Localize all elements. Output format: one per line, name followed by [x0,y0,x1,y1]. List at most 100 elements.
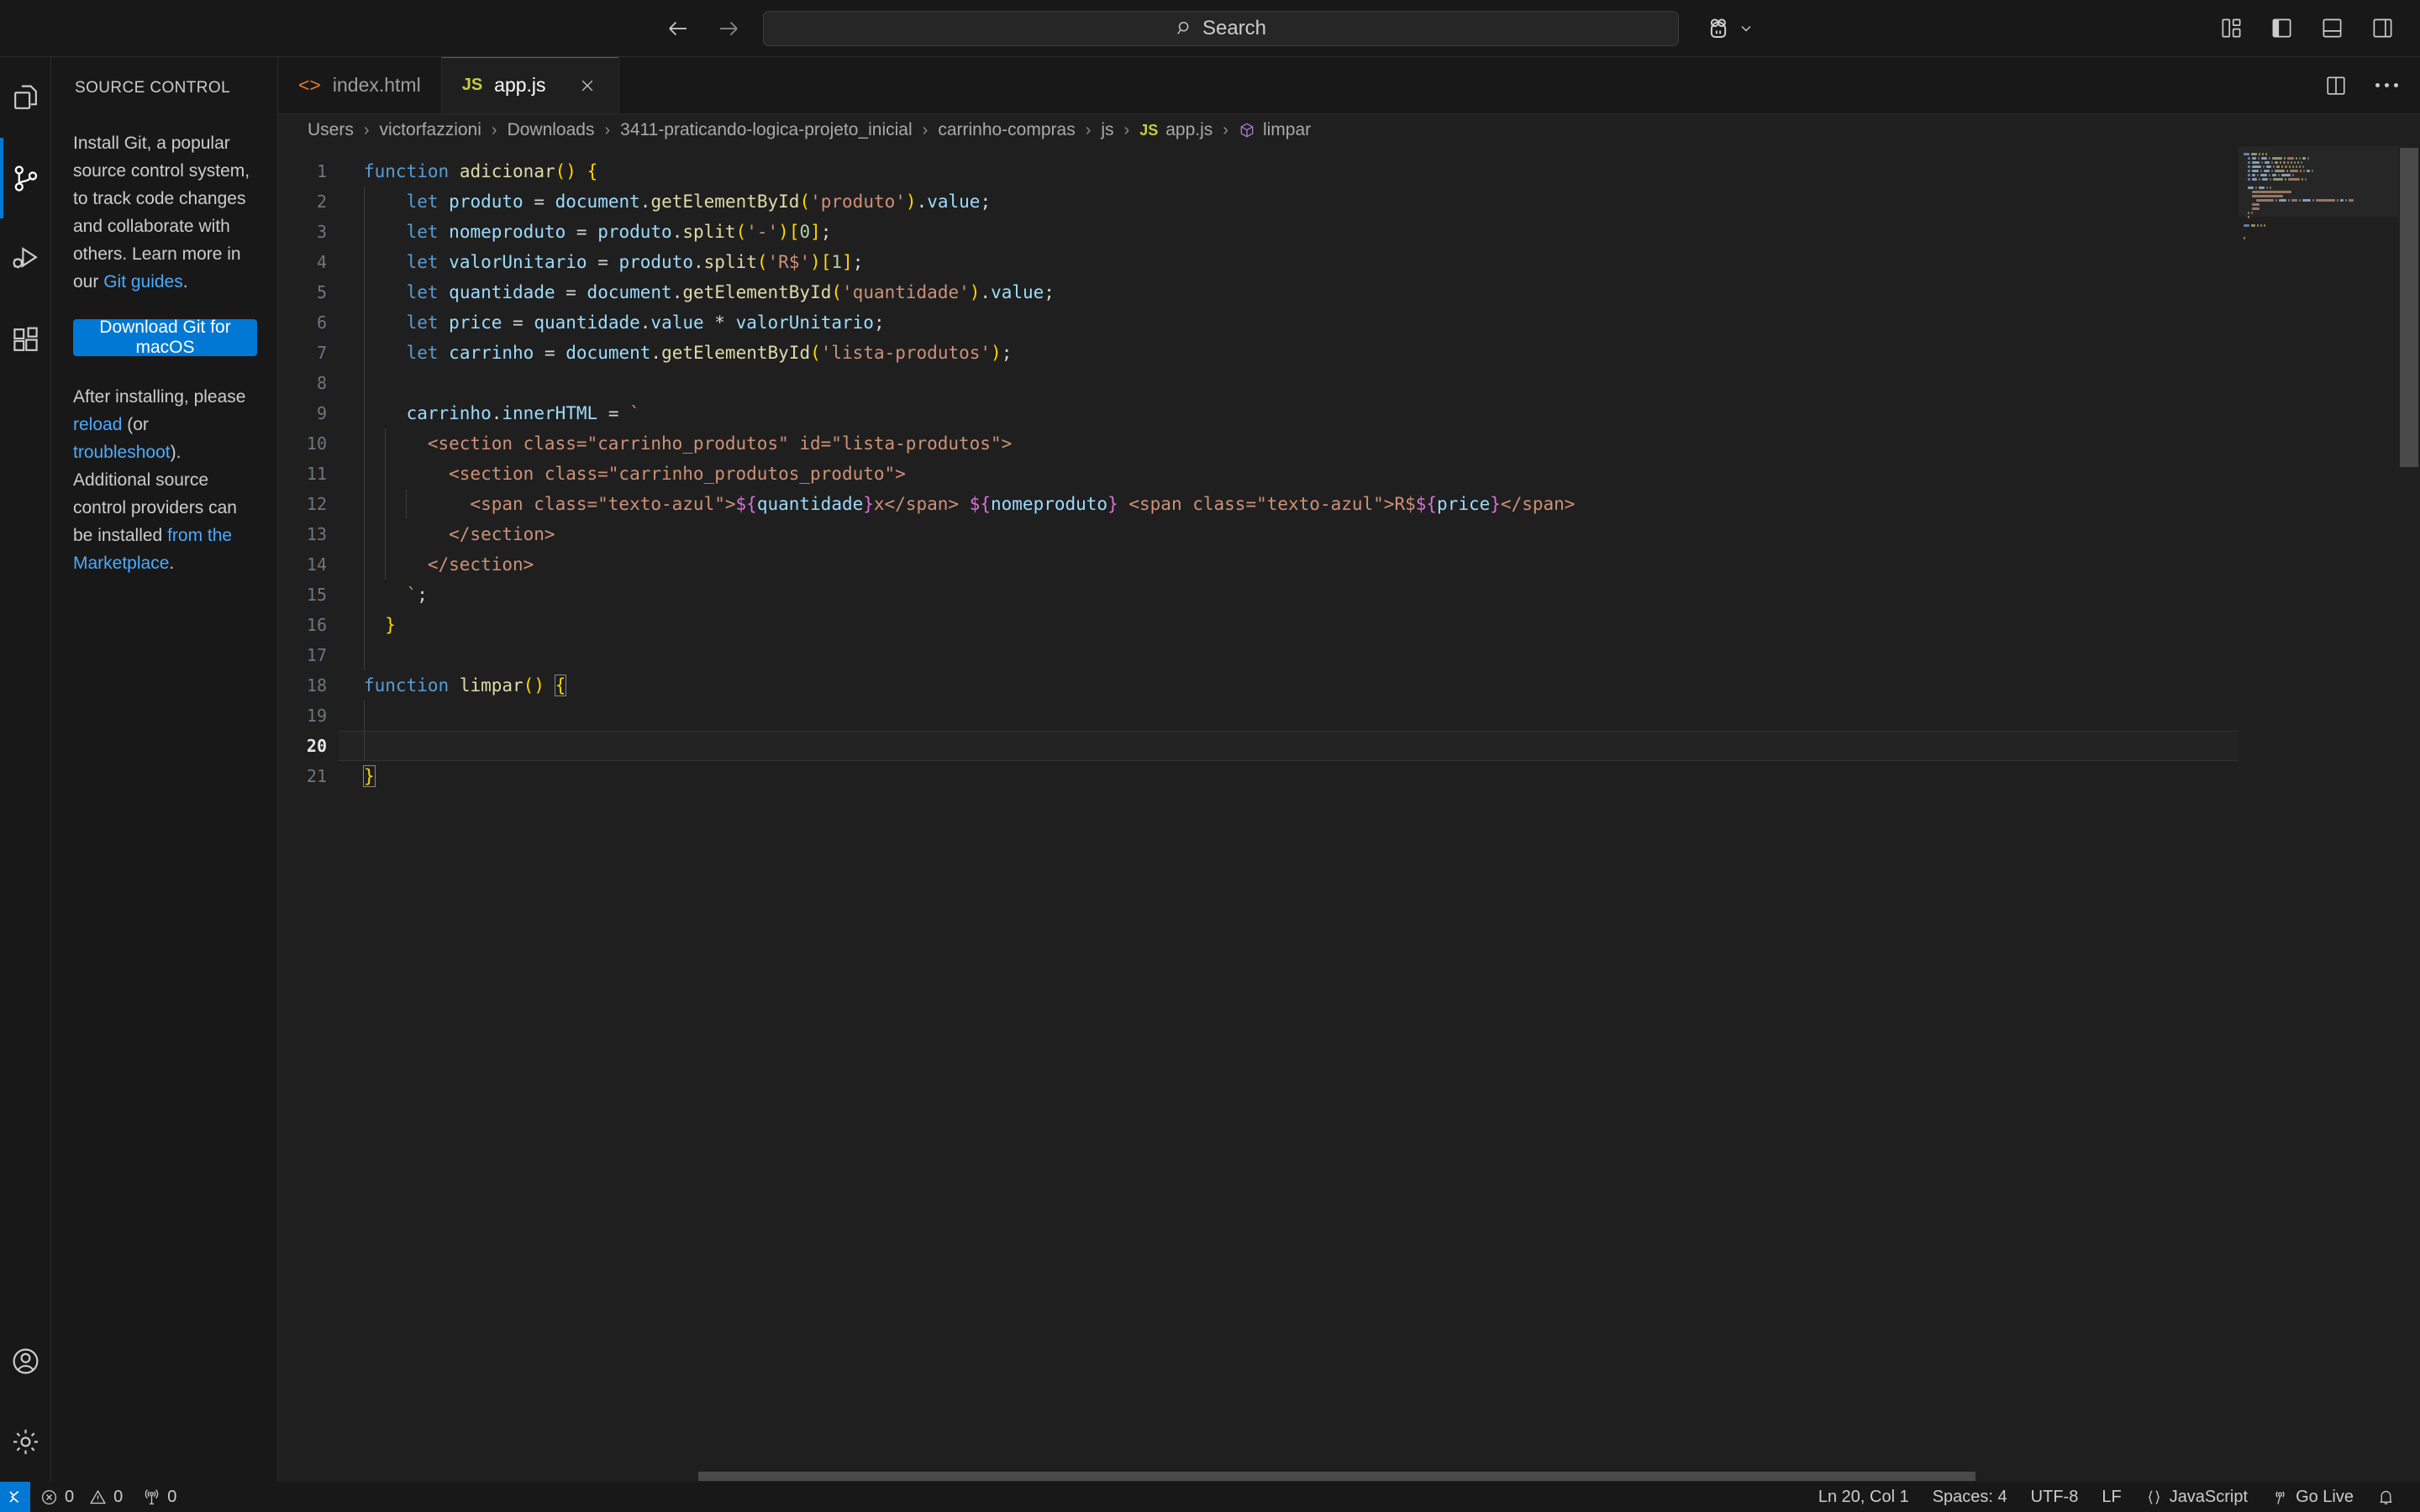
code-line[interactable]: let valorUnitario = produto.split('R$')[… [339,247,2420,277]
close-icon[interactable] [576,75,598,97]
indent-guide [364,640,365,670]
ellipsis-icon[interactable] [2375,83,2398,87]
code-token: let [406,312,439,333]
breadcrumb-item-4[interactable]: carrinho-compras [935,120,1077,140]
code-line[interactable]: let quantidade = document.getElementById… [339,277,2420,307]
sidebar-item-extensions[interactable] [0,299,51,380]
code-token: [ [820,252,832,272]
breadcrumb-item-1[interactable]: victorfazzioni [377,120,484,140]
remote-account-icon[interactable] [1706,16,1754,41]
code-line[interactable]: carrinho.innerHTML = ` [339,398,2420,428]
code-line[interactable]: <span class="texto-azul">${quantidade}x<… [339,489,2420,519]
language-mode-status[interactable]: JavaScript [2133,1482,2260,1512]
layout-controls [2217,14,2396,43]
html-file-icon: <> [298,74,321,96]
cursor-position-status[interactable]: Ln 20, Col 1 [1807,1482,1921,1512]
line-number: 2 [316,192,327,212]
code-line[interactable] [339,368,2420,398]
breadcrumb-item-7[interactable]: limpar [1236,120,1313,140]
code-line[interactable]: } [339,761,2420,791]
breadcrumb-item-0[interactable]: Users [305,120,356,140]
code-line[interactable]: </section> [339,549,2420,580]
download-git-button[interactable]: Download Git for macOS [73,318,257,357]
code-token: quantidade [534,312,640,333]
code-token: . [671,282,683,302]
sidebar-item-run-and-debug[interactable] [0,218,51,299]
code-line[interactable] [339,701,2420,731]
scrollbar-thumb[interactable] [698,1472,1975,1481]
accounts-button[interactable] [0,1320,51,1401]
code-token: ) [810,252,821,272]
code-token: getElementById [650,192,800,212]
primary-sidebar-icon[interactable] [2267,14,2296,43]
code-line[interactable] [339,640,2420,670]
code-line[interactable]: function adicionar() { [339,156,2420,186]
code-content[interactable]: function adicionar() { let produto = doc… [339,146,2420,1482]
post-install-description: After installing, please reload (or trou… [73,383,257,577]
breadcrumb-item-6[interactable]: JS app.js [1137,120,1215,140]
code-token: . [650,343,662,363]
gear-icon[interactable] [0,1401,51,1482]
problems-status[interactable]: 0 0 [30,1482,133,1512]
search-input[interactable]: Search [763,10,1679,46]
remote-window-icon[interactable] [0,1482,30,1512]
line-number: 15 [306,585,327,605]
notifications-button[interactable] [2365,1482,2407,1512]
sidebar-item-explorer[interactable] [0,57,51,138]
indent-guide [406,489,408,519]
breadcrumb-item-2[interactable]: Downloads [505,120,597,140]
code-line[interactable]: } [339,610,2420,640]
tab-index-html[interactable]: <> index.html [278,57,442,113]
code-line[interactable]: function limpar() { [339,670,2420,701]
code-line[interactable]: let nomeproduto = produto.split('-')[0]; [339,217,2420,247]
indent-guide [364,549,365,580]
code-token: ; [1001,343,1013,363]
secondary-sidebar-icon[interactable] [2368,14,2396,43]
code-line[interactable] [339,731,2420,761]
indentation-status[interactable]: Spaces: 4 [1921,1482,2019,1512]
breadcrumb-item-3[interactable]: 3411-praticando-logica-projeto_inicial [618,120,914,140]
horizontal-scrollbar[interactable] [278,1468,2398,1482]
code-line[interactable]: <section class="carrinho_produtos_produt… [339,459,2420,489]
troubleshoot-link[interactable]: troubleshoot [73,443,171,462]
eol-status[interactable]: LF [2090,1482,2133,1512]
code-token: . [693,252,704,272]
code-token: . [980,282,992,302]
bell-icon [2377,1488,2395,1506]
ports-status[interactable]: 0 [133,1482,187,1512]
scrollbar-thumb[interactable] [2400,148,2418,467]
code-line[interactable]: let carrinho = document.getElementById('… [339,338,2420,368]
tab-label: index.html [332,74,421,96]
warning-icon [89,1488,107,1506]
code-token: = [502,312,534,333]
layout-panel-icon[interactable] [2217,14,2245,43]
split-editor-icon[interactable] [2325,75,2347,97]
vertical-scrollbar[interactable] [2398,146,2420,1482]
vscode-window: Search SOURCE CONTROL Install Git, a pop… [0,0,2420,1512]
code-line[interactable]: </section> [339,519,2420,549]
sidebar-item-source-control[interactable] [0,138,51,218]
sidebar-welcome-view: Install Git, a popular source control sy… [51,97,277,577]
code-token: nomeproduto [991,494,1108,514]
tab-app-js[interactable]: JS app.js [441,57,619,113]
go-live-button[interactable]: Go Live [2260,1482,2365,1512]
arrow-left-icon[interactable] [664,14,692,43]
encoding-status[interactable]: UTF-8 [2019,1482,2091,1512]
code-line[interactable]: `; [339,580,2420,610]
reload-link[interactable]: reload [73,415,122,434]
git-guides-link[interactable]: Git guides [103,272,183,291]
code-line[interactable]: let price = quantidade.value * valorUnit… [339,307,2420,338]
breadcrumb-item-5[interactable]: js [1098,120,1116,140]
code-line[interactable]: <section class="carrinho_produtos" id="l… [339,428,2420,459]
code-line[interactable]: let produto = document.getElementById('p… [339,186,2420,217]
code-token: document [566,343,651,363]
arrow-right-icon[interactable] [714,14,743,43]
panel-icon[interactable] [2317,14,2346,43]
breadcrumb-separator: › [604,120,611,139]
code-editor[interactable]: 1 2 3 4 5 6 7 8 9 10 11 12 13 14 15 16 17 18 19 20 21 functi… [278,146,2420,1482]
code-token: valorUnitario [449,252,587,272]
line-number: 13 [306,524,327,544]
